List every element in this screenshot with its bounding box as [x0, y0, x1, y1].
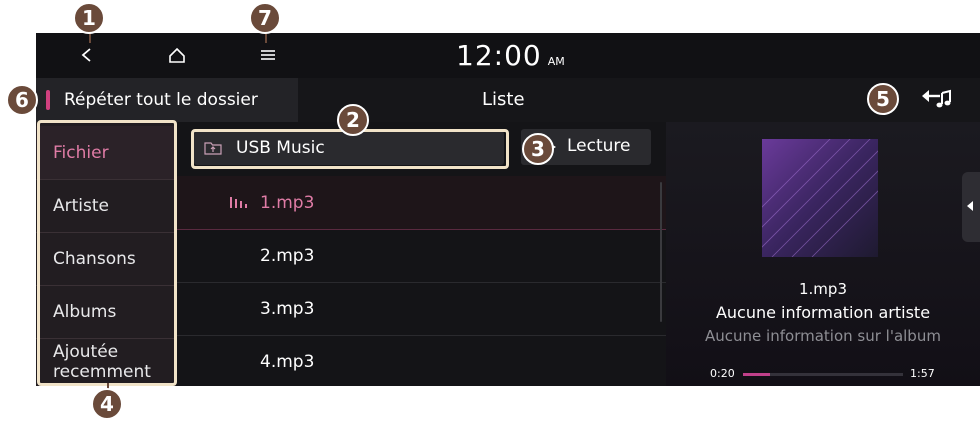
- equalizer-icon: [230, 197, 247, 208]
- side-panel-tab[interactable]: [962, 172, 980, 242]
- total-time: 1:57: [910, 367, 935, 380]
- track-title: 1.mp3: [799, 280, 847, 298]
- repeat-indicator: [46, 90, 50, 110]
- file-row-4[interactable]: 4.mp3: [176, 335, 666, 386]
- callout-7: 7: [249, 2, 281, 34]
- home-icon: [169, 47, 185, 63]
- elapsed-time: 0:20: [710, 367, 735, 380]
- title-bar: Répéter tout le dossier Liste: [36, 78, 980, 122]
- clock-ampm: AM: [547, 55, 565, 68]
- now-playing-button[interactable]: [916, 84, 956, 116]
- status-bar: 12:00 AM: [36, 33, 980, 78]
- file-name: 2.mp3: [260, 246, 315, 266]
- now-playing-panel: 1.mp3 Aucune information artiste Aucune …: [666, 122, 980, 386]
- file-name: 1.mp3: [260, 193, 315, 213]
- page-title: Liste: [482, 89, 525, 110]
- home-button[interactable]: [157, 39, 197, 71]
- list-scrollbar[interactable]: [660, 182, 662, 322]
- leader-line: [265, 33, 267, 43]
- track-artist: Aucune information artiste: [715, 303, 931, 322]
- infotainment-screen: 12:00 AM Répéter tout le dossier Liste F…: [36, 33, 980, 386]
- album-art: [762, 139, 878, 257]
- progress-fill: [743, 373, 771, 376]
- callout-1: 1: [73, 2, 105, 34]
- file-name: 4.mp3: [260, 352, 315, 372]
- chevron-left-icon: [967, 201, 973, 211]
- menu-button[interactable]: [248, 39, 288, 71]
- highlight-box-category-menu: [37, 120, 177, 386]
- repeat-mode-button[interactable]: Répéter tout le dossier: [36, 78, 298, 122]
- progress-bar[interactable]: [743, 373, 903, 376]
- file-row-3[interactable]: 3.mp3: [176, 282, 666, 335]
- track-album: Aucune information sur l'album: [705, 327, 941, 345]
- chevron-left-icon: [81, 48, 91, 62]
- clock: 12:00 AM: [456, 39, 565, 72]
- clock-time: 12:00: [456, 39, 542, 72]
- play-button-label: Lecture: [567, 136, 631, 156]
- file-name: 3.mp3: [260, 299, 315, 319]
- repeat-mode-label: Répéter tout le dossier: [64, 90, 258, 110]
- callout-4: 4: [91, 388, 123, 420]
- file-row-2[interactable]: 2.mp3: [176, 229, 666, 282]
- back-to-now-playing-icon: [922, 89, 951, 108]
- callout-5: 5: [867, 83, 899, 115]
- callout-6: 6: [6, 84, 38, 116]
- file-row-1[interactable]: 1.mp3: [176, 176, 666, 230]
- leader-line: [89, 33, 91, 43]
- hamburger-menu-icon: [261, 50, 275, 60]
- callout-2: 2: [337, 104, 369, 136]
- back-button[interactable]: [66, 39, 106, 71]
- callout-3: 3: [522, 133, 554, 165]
